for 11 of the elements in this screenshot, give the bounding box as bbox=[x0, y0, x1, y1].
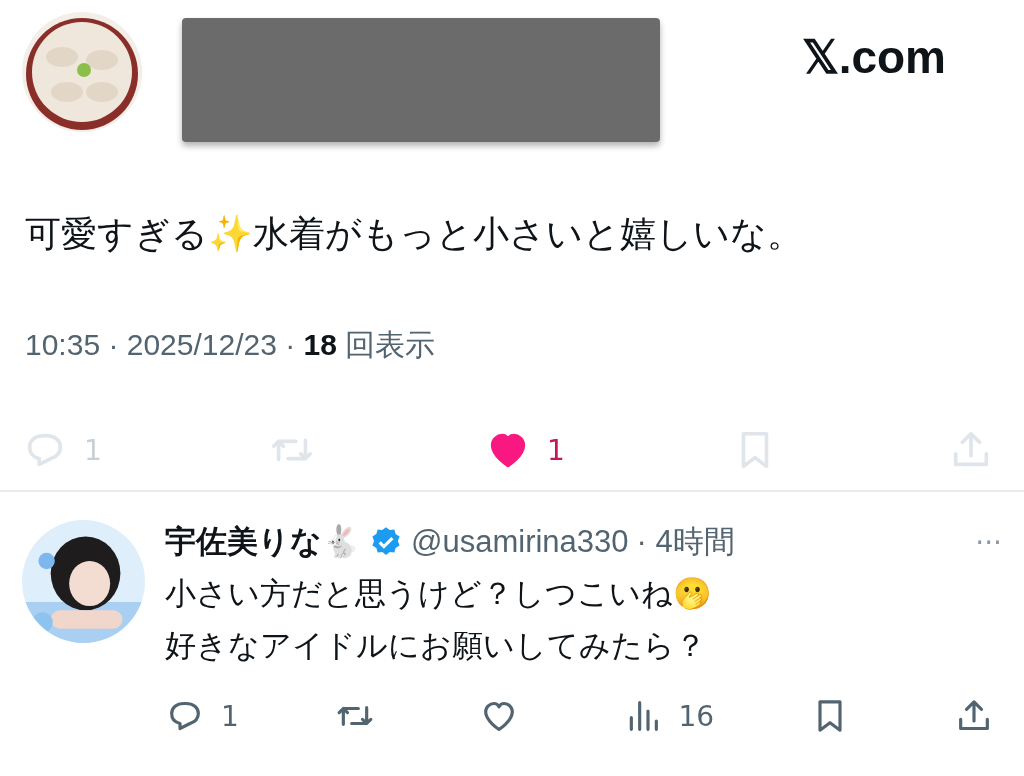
action-count: 1 bbox=[547, 433, 565, 467]
user-handle[interactable]: @usamirina330 bbox=[411, 524, 629, 560]
site-logo: 𝕏.com bbox=[801, 30, 946, 84]
post-meta: 10:35 · 2025/12/23 · 18 回表示 bbox=[25, 327, 437, 363]
reply-text-line: 好きなアイドルにお願いしてみたら？ bbox=[165, 626, 707, 665]
post-text: 可愛すぎる✨水着がもっと小さいと嬉しいな。 bbox=[25, 212, 804, 256]
post-time: · 4時間 bbox=[636, 523, 735, 561]
action-count: 16 bbox=[678, 699, 715, 733]
reply-text-line: 小さい方だと思うけど？しつこいね🫢 bbox=[165, 574, 713, 613]
action-count: 1 bbox=[221, 699, 239, 733]
user-name[interactable]: 宇佐美りな🐇 bbox=[165, 521, 361, 563]
